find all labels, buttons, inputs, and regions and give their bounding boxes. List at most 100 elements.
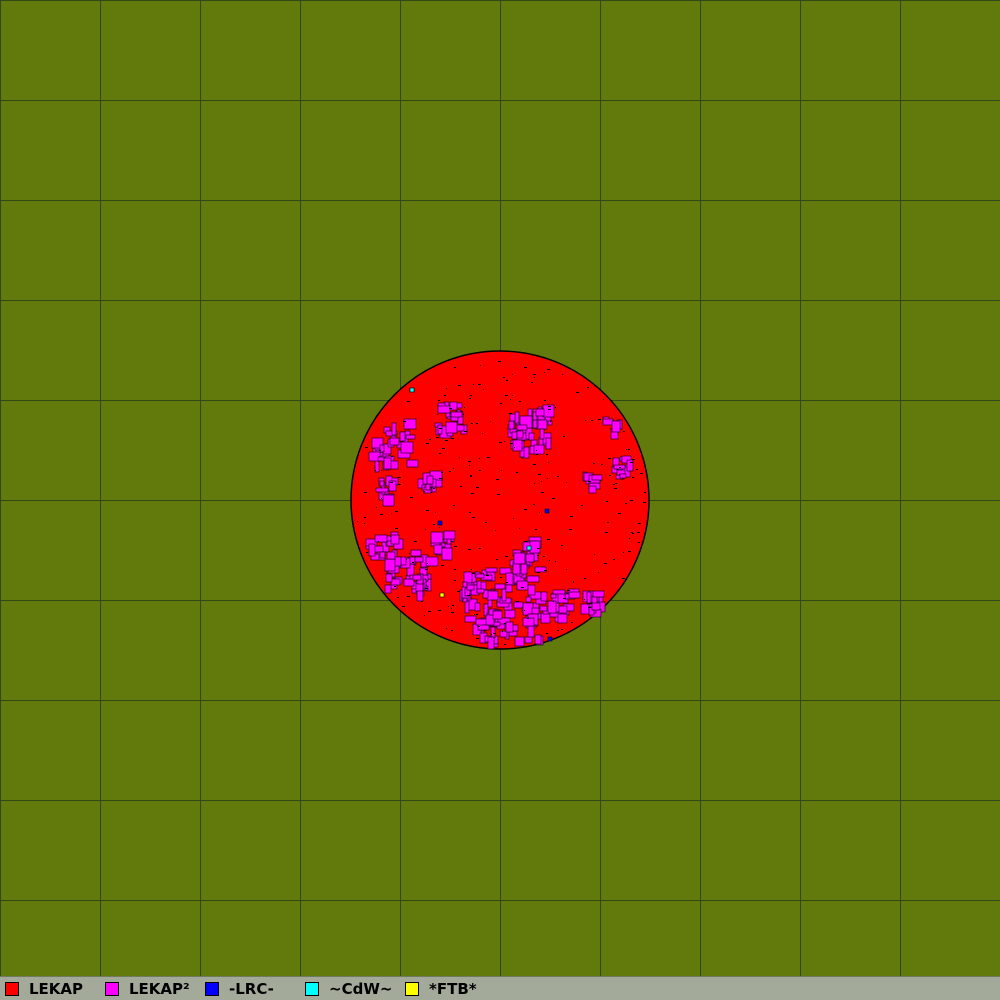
territory-speck [552, 498, 555, 499]
lekap2-patch [374, 534, 388, 543]
territory-speck [623, 552, 624, 553]
territory-speck [584, 578, 586, 579]
territory-speck [538, 474, 541, 475]
lekap2-patch [514, 411, 520, 424]
territory-speck [557, 476, 559, 477]
lekap2-patch [516, 424, 528, 431]
lekap2-patch [389, 437, 400, 446]
territory-speck [632, 477, 634, 478]
territory-speck [543, 556, 545, 557]
lekap2-patch [464, 600, 470, 614]
lekap2-patch [509, 413, 516, 422]
territory-speck [403, 421, 406, 422]
lekap2-patch [591, 602, 601, 611]
territory-speck [622, 578, 625, 579]
territory-speck [427, 563, 428, 564]
lekap2-patch [540, 612, 551, 624]
territory-speck [625, 503, 627, 504]
lekap2-patch [450, 411, 463, 418]
territory-speck [484, 630, 485, 631]
territory-speck [479, 470, 481, 471]
territory-speck [519, 528, 520, 529]
lekap2-patch [412, 574, 422, 581]
territory-speck [512, 395, 513, 396]
faction-marker [526, 545, 532, 551]
lekap2-patch [382, 494, 395, 507]
lekap2-patch [406, 459, 419, 468]
lekap2-patch [602, 418, 614, 426]
territory-speck [640, 473, 643, 474]
territory-speck [501, 470, 502, 471]
legend-item-lrc: -LRC- [205, 980, 274, 998]
territory-speck [514, 447, 515, 448]
lekap2-patch [591, 474, 603, 481]
legend-label-ftb: *FTB* [429, 980, 477, 998]
territory-speck [496, 479, 499, 480]
territory-speck [643, 502, 646, 503]
territory-speck [454, 367, 456, 368]
territory-speck [472, 517, 475, 518]
territory-speck [557, 630, 559, 631]
territory-speck [471, 423, 473, 424]
territory-speck [527, 618, 529, 619]
territory-speck [425, 579, 426, 580]
territory-speck [604, 563, 607, 564]
territory-speck [547, 369, 550, 370]
territory-speck [428, 611, 431, 612]
territory-speck [521, 587, 524, 588]
territory-speck [469, 398, 471, 399]
territory-speck [429, 439, 431, 440]
territory-speck [476, 614, 478, 615]
lekap2-patch [486, 590, 499, 601]
territory-speck [535, 529, 537, 530]
territory-speck [419, 569, 420, 570]
territory-speck [378, 541, 379, 542]
territory-speck [495, 530, 496, 531]
territory-speck [478, 626, 480, 627]
territory-speck [510, 399, 511, 400]
territory-speck [425, 529, 426, 530]
legend-label-lrc: -LRC- [229, 980, 274, 998]
faction-marker [437, 520, 443, 526]
territory-map[interactable] [0, 0, 1000, 1000]
territory-speck [516, 472, 518, 473]
lekap2-patch [550, 593, 557, 599]
territory-speck [474, 614, 475, 615]
territory-speck [435, 512, 436, 513]
lekap2-patch [520, 563, 528, 575]
territory-speck [391, 513, 392, 514]
territory-speck [601, 464, 603, 465]
lekap2-patch [426, 475, 434, 485]
territory-speck [534, 377, 535, 378]
territory-speck [546, 454, 548, 455]
territory-speck [541, 492, 544, 493]
territory-speck [537, 555, 539, 556]
territory-speck [452, 605, 454, 606]
lekap2-patch [501, 588, 507, 602]
territory-speck [606, 501, 608, 502]
territory-speck [445, 440, 448, 441]
territory-speck [623, 431, 625, 432]
territory-speck [537, 548, 540, 549]
territory-speck [544, 400, 546, 401]
territory-speck [438, 610, 441, 611]
territory-speck [524, 541, 525, 542]
lekap2-patch [505, 621, 514, 633]
lekap2-patch [524, 636, 533, 644]
territory-speck [444, 395, 446, 396]
territory-speck [406, 559, 407, 560]
lekap2-patch [580, 603, 590, 615]
lekap2-patch [516, 430, 524, 439]
territory-speck [561, 545, 563, 546]
legend-bar: LEKAP LEKAP² -LRC- ~CdW~ *FTB* [0, 976, 1000, 1000]
territory-speck [547, 478, 548, 479]
territory-speck [522, 550, 523, 551]
territory-speck [496, 559, 498, 560]
territory-speck [412, 562, 414, 563]
territory-speck [414, 541, 417, 542]
territory-speck [608, 458, 611, 459]
territory-speck [510, 443, 513, 444]
territory-speck [470, 476, 472, 477]
territory-speck [613, 559, 615, 560]
territory-speck [439, 453, 441, 454]
